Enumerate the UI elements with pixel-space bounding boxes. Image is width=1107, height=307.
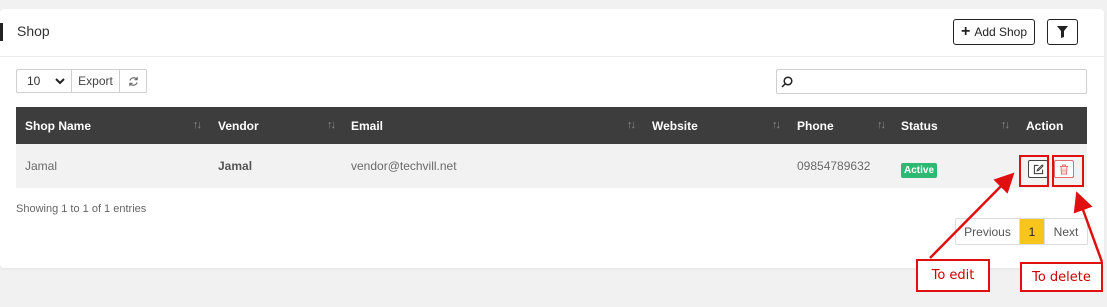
delete-callout: To delete bbox=[1020, 262, 1103, 292]
edit-callout: To edit bbox=[916, 259, 990, 292]
